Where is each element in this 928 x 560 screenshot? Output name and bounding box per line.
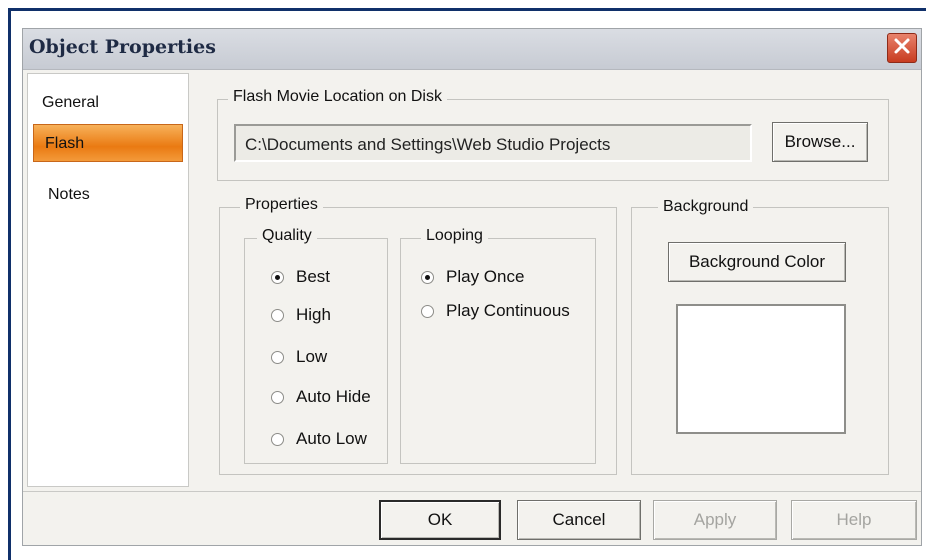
looping-group: Looping Play Once Play Continuous xyxy=(400,227,596,464)
flash-location-group: Flash Movie Location on Disk C:\Document… xyxy=(217,88,889,181)
quality-legend: Quality xyxy=(257,227,317,245)
quality-radio-auto-low[interactable]: Auto Low xyxy=(271,429,367,449)
help-button[interactable]: Help xyxy=(791,500,917,540)
dialog-title: Object Properties xyxy=(29,36,216,58)
flash-path-field[interactable]: C:\Documents and Settings\Web Studio Pro… xyxy=(234,124,752,162)
sidebar-item-notes[interactable]: Notes xyxy=(48,186,90,204)
sidebar-item-general[interactable]: General xyxy=(42,94,99,112)
close-button[interactable] xyxy=(887,33,917,63)
looping-option-label: Play Continuous xyxy=(446,301,570,320)
quality-radio-best[interactable]: Best xyxy=(271,267,330,287)
radio-unselected-icon xyxy=(271,350,284,364)
radio-unselected-icon xyxy=(271,432,284,446)
background-group: Background Background Color xyxy=(631,198,889,475)
quality-radio-high[interactable]: High xyxy=(271,305,331,325)
radio-unselected-icon xyxy=(271,390,284,404)
background-color-button[interactable]: Background Color xyxy=(668,242,846,282)
looping-radio-play-continuous[interactable]: Play Continuous xyxy=(421,301,570,321)
apply-button[interactable]: Apply xyxy=(653,500,777,540)
quality-radio-auto-hide[interactable]: Auto Hide xyxy=(271,387,371,407)
title-bar[interactable]: Object Properties xyxy=(23,29,921,70)
close-x-icon xyxy=(892,36,912,61)
object-properties-dialog: Object Properties General Flash Notes Fl… xyxy=(22,28,922,546)
quality-option-label: Low xyxy=(296,347,328,366)
radio-unselected-icon xyxy=(421,304,434,318)
flash-location-legend: Flash Movie Location on Disk xyxy=(228,88,447,106)
radio-selected-icon xyxy=(421,270,434,284)
radio-selected-icon xyxy=(271,270,284,284)
background-legend: Background xyxy=(658,198,754,216)
cancel-button[interactable]: Cancel xyxy=(517,500,641,540)
radio-unselected-icon xyxy=(271,308,284,322)
button-bar: OK Cancel Apply Help xyxy=(23,491,921,546)
looping-option-label: Play Once xyxy=(446,267,525,286)
quality-group: Quality Best High Low Auto Hide Auto Low xyxy=(244,227,388,464)
quality-radio-low[interactable]: Low xyxy=(271,347,327,367)
quality-option-label: Best xyxy=(296,267,331,286)
quality-option-label: Auto Hide xyxy=(296,387,371,406)
category-sidebar: General Flash Notes xyxy=(27,73,189,487)
properties-legend: Properties xyxy=(240,196,323,214)
looping-legend: Looping xyxy=(421,227,488,245)
ok-button[interactable]: OK xyxy=(379,500,501,540)
quality-option-label: High xyxy=(296,305,331,324)
background-color-swatch[interactable] xyxy=(676,304,846,434)
browse-button[interactable]: Browse... xyxy=(772,122,868,162)
sidebar-item-flash[interactable]: Flash xyxy=(33,124,183,162)
looping-radio-play-once[interactable]: Play Once xyxy=(421,267,524,287)
properties-group: Properties Quality Best High Low Auto Hi… xyxy=(219,196,617,475)
quality-option-label: Auto Low xyxy=(296,429,367,448)
